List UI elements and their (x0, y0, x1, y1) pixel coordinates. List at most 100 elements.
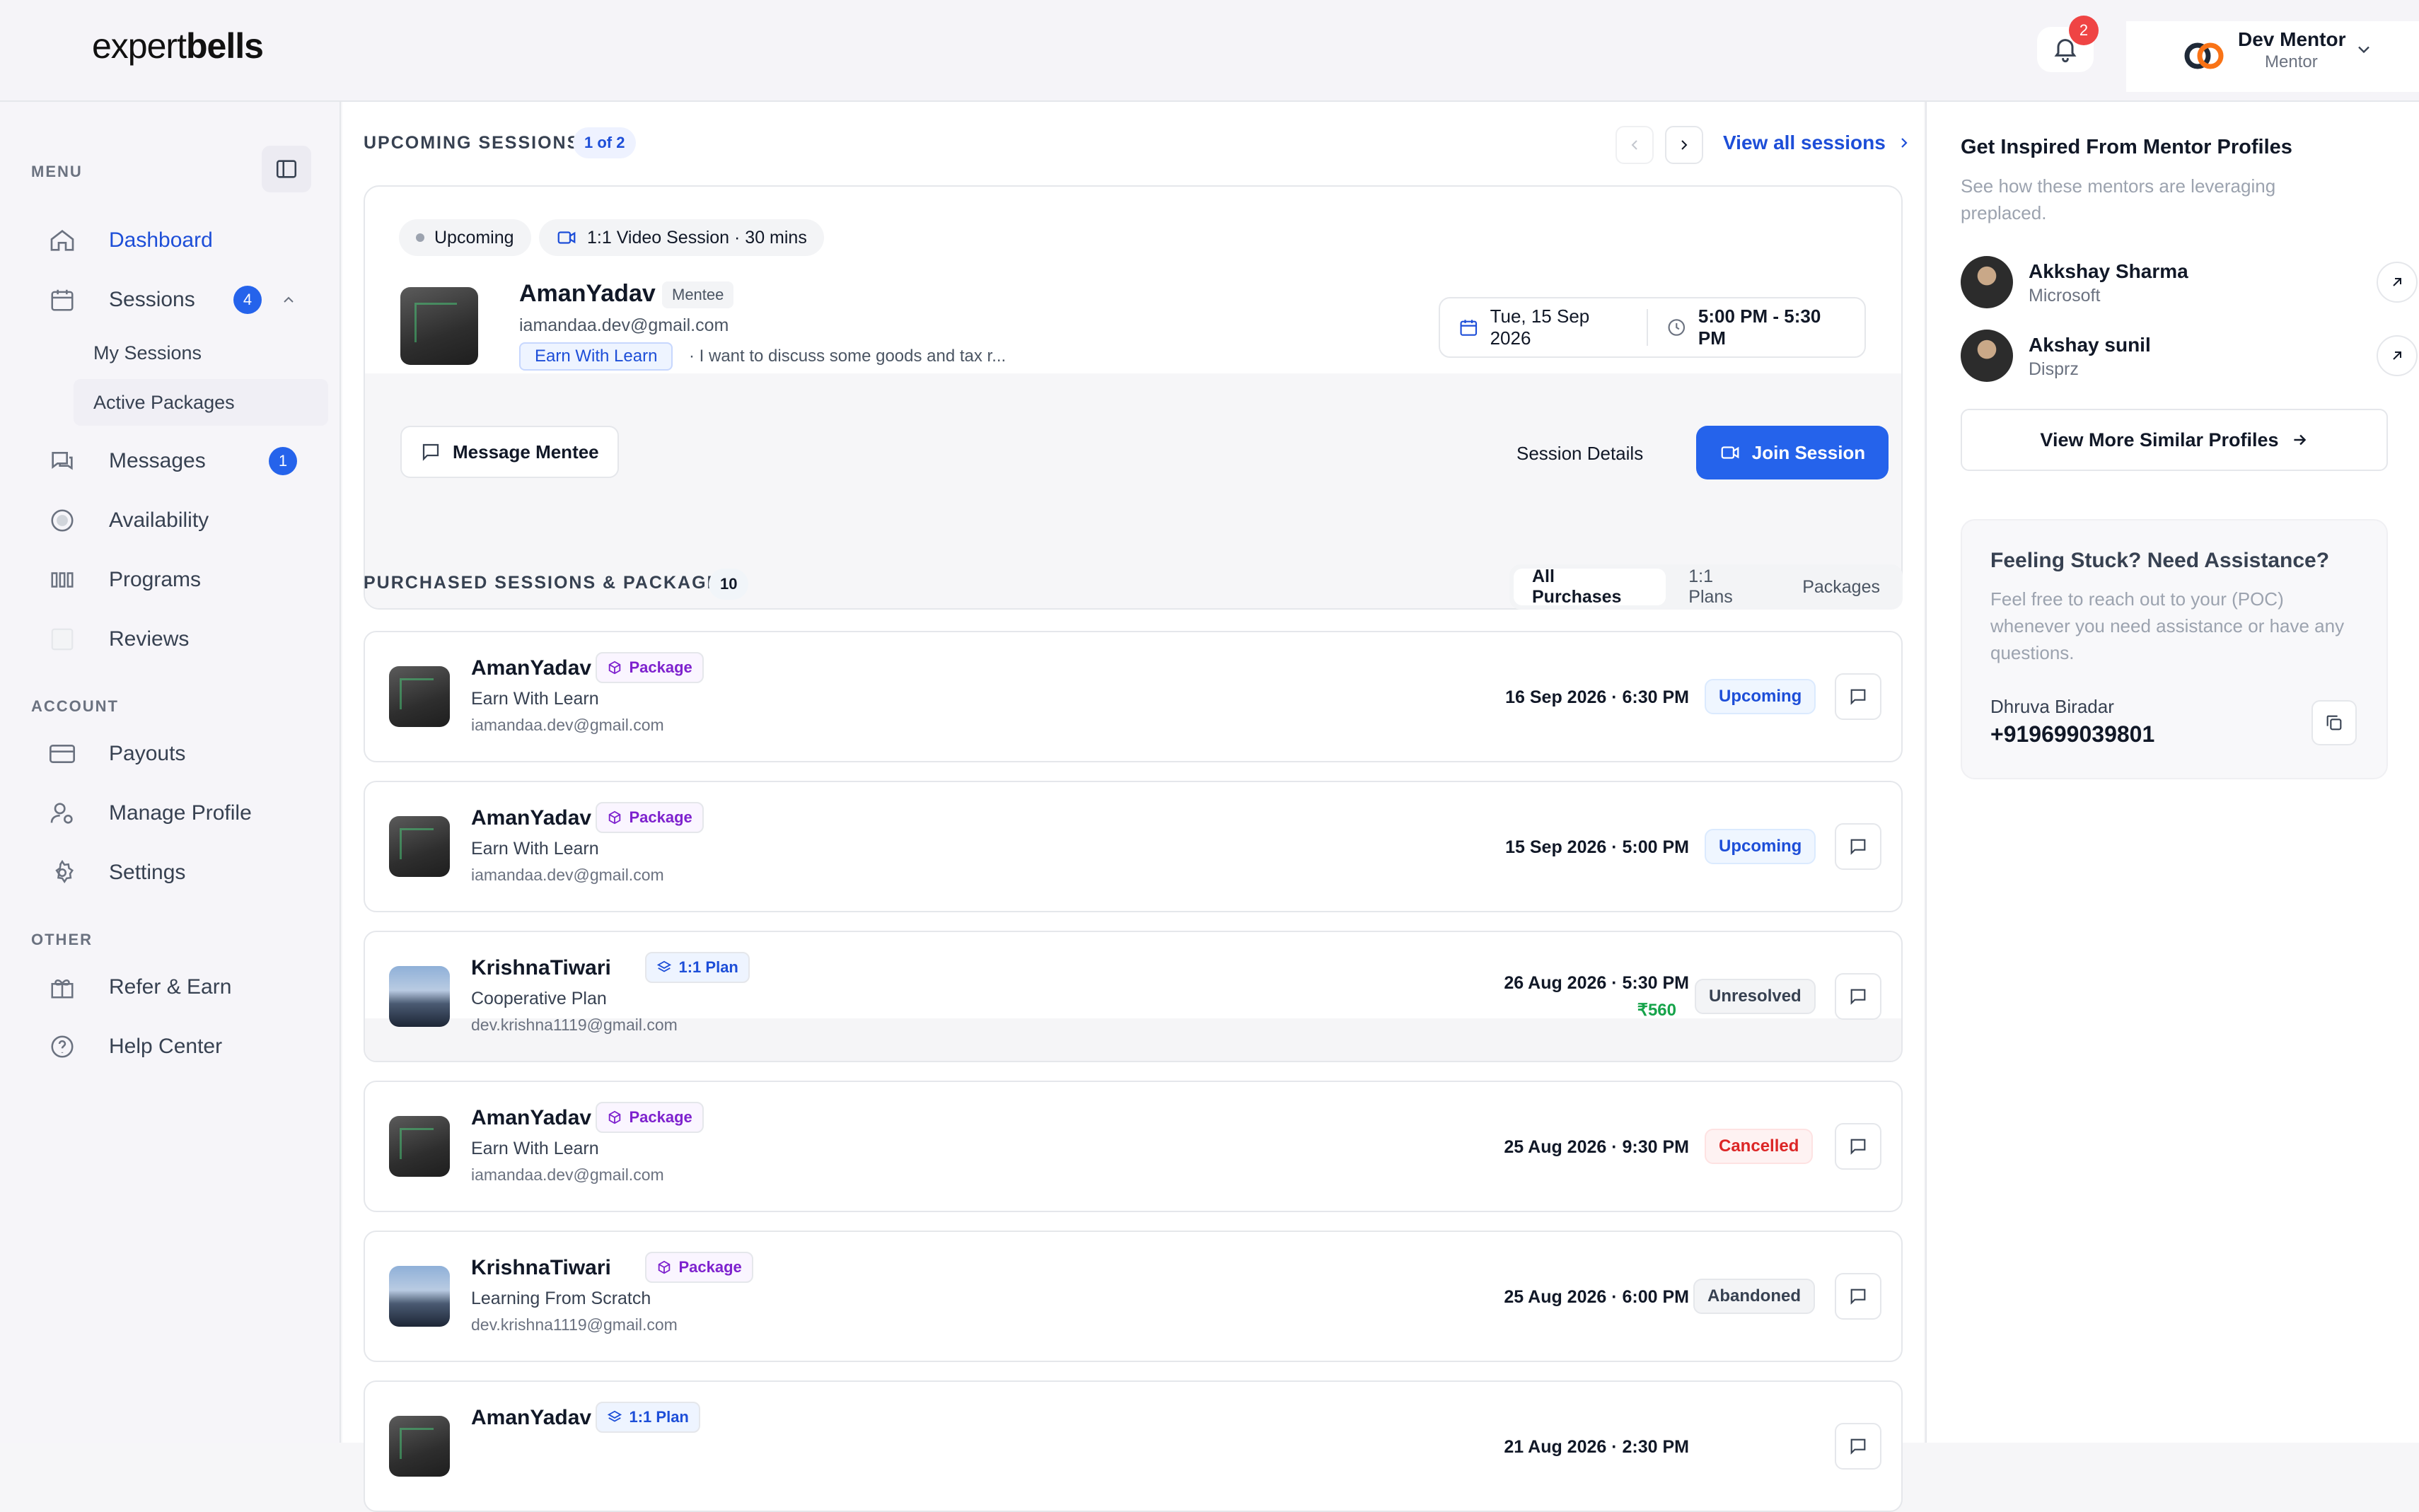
credit-card-icon (47, 738, 78, 769)
purchase-row[interactable]: KrishnaTiwari 1:1 Plan Cooperative Plan dev… (364, 931, 1903, 1062)
purchase-datetime: 21 Aug 2026 · 2:30 PM (1504, 1437, 1689, 1457)
mentee-name: AmanYadav (519, 280, 656, 307)
sidebar-item-label: My Sessions (93, 342, 202, 364)
sidebar-item-label: Reviews (109, 627, 190, 651)
arrow-right-icon (2293, 434, 2306, 446)
tab-1-1-plans[interactable]: 1:1 Plans (1670, 566, 1780, 607)
buyer-avatar (389, 666, 450, 727)
badge-label: Package (629, 808, 692, 826)
user-name: Dev Mentor (2238, 28, 2346, 50)
sidebar-item-manage-profile[interactable]: Manage Profile (47, 792, 252, 834)
message-buyer-button[interactable] (1835, 673, 1881, 720)
sidebar-subitem-my-sessions[interactable]: My Sessions (74, 330, 328, 376)
status-badge: Unresolved (1695, 979, 1816, 1014)
mentor-name: Akkshay Sharma (2029, 260, 2188, 282)
prev-session-button[interactable] (1615, 126, 1654, 164)
chevron-right-icon (1681, 140, 1688, 150)
tab-packages[interactable]: Packages (1784, 569, 1898, 605)
video-icon (1721, 446, 1739, 459)
status-badge: Cancelled (1705, 1129, 1814, 1164)
other-section-label: OTHER (31, 931, 93, 948)
copy-icon (2326, 715, 2342, 731)
clock-icon (1668, 319, 1686, 336)
sidebar-item-payouts[interactable]: Payouts (47, 733, 185, 775)
purchase-title: Earn With Learn (471, 1139, 599, 1158)
session-date: Tue, 15 Sep 2026 (1490, 306, 1590, 349)
purchase-filter-tabs: All Purchases 1:1 Plans Packages (1509, 564, 1903, 610)
sidebar-item-programs[interactable]: Programs (47, 559, 201, 601)
mentor-profile-row[interactable]: Akshay sunil Disprz (1961, 330, 2418, 386)
sidebar-collapse-button[interactable] (262, 146, 311, 192)
purchase-row[interactable]: AmanYadav Package Earn With Learn iamandaa.… (364, 1081, 1903, 1212)
user-menu[interactable]: Dev Mentor Mentor (2126, 21, 2419, 92)
sidebar-item-dashboard[interactable]: Dashboard (47, 219, 213, 262)
message-buyer-button[interactable] (1835, 1123, 1881, 1170)
message-buyer-button[interactable] (1835, 1423, 1881, 1470)
upcoming-sessions-title: UPCOMING SESSIONS (364, 133, 581, 153)
copy-phone-button[interactable] (2311, 700, 2357, 745)
purchase-datetime: 25 Aug 2026 · 9:30 PM (1504, 1137, 1689, 1157)
session-details-button[interactable]: Session Details (1516, 443, 1643, 465)
sidebar-item-help-center[interactable]: Help Center (47, 1025, 222, 1068)
view-more-profiles-button[interactable]: View More Similar Profiles (1961, 409, 2388, 471)
message-icon (1850, 1438, 1866, 1455)
mentor-profile-row[interactable]: Akkshay Sharma Microsoft (1961, 256, 2418, 313)
buyer-name: AmanYadav (471, 1406, 592, 1429)
sidebar-item-refer-earn[interactable]: Refer & Earn (47, 966, 231, 1008)
sidebar-item-availability[interactable]: Availability (47, 499, 209, 542)
user-role: Mentor (2265, 52, 2318, 71)
message-buyer-button[interactable] (1835, 823, 1881, 870)
chevron-down-icon (2358, 46, 2369, 54)
status-badge: Upcoming (1705, 679, 1816, 714)
purchase-row[interactable]: AmanYadav 1:1 Plan 21 Aug 2026 · 2:30 PM (364, 1380, 1903, 1512)
sidebar-subitem-active-packages[interactable]: Active Packages (74, 379, 328, 426)
button-label: View More Similar Profiles (2040, 429, 2279, 450)
message-mentee-button[interactable]: Message Mentee (400, 426, 619, 478)
message-buyer-button[interactable] (1835, 973, 1881, 1020)
status-badge: Upcoming (1705, 829, 1816, 864)
arrow-up-right-icon (2393, 351, 2401, 360)
top-header: expertbells 2 Dev Mentor Mentor (0, 0, 2419, 102)
chip-label: Upcoming (434, 227, 514, 248)
purchase-title: Cooperative Plan (471, 989, 607, 1008)
open-profile-button[interactable] (2377, 262, 2418, 303)
sidebar-item-settings[interactable]: Settings (47, 851, 185, 894)
chevron-up-icon[interactable] (280, 291, 297, 308)
user-gear-icon (47, 798, 78, 829)
sidebar-toggle-icon (276, 160, 297, 178)
purchase-type-badge: 1:1 Plan (595, 1402, 700, 1433)
buyer-email: iamandaa.dev@gmail.com (471, 866, 664, 884)
purchase-type-badge: Package (595, 802, 704, 833)
purchase-row[interactable]: AmanYadav Package Earn With Learn iamandaa.… (364, 781, 1903, 912)
badge-label: Package (629, 1108, 692, 1126)
message-buyer-button[interactable] (1835, 1273, 1881, 1320)
buyer-avatar (389, 1116, 450, 1177)
next-session-button[interactable] (1665, 126, 1703, 164)
sidebar-item-sessions[interactable]: Sessions (47, 279, 195, 321)
purchase-datetime: 16 Sep 2026 · 6:30 PM (1505, 687, 1689, 707)
purchase-row[interactable]: AmanYadav Package Earn With Learn iamandaa.… (364, 631, 1903, 762)
join-session-button[interactable]: Join Session (1696, 426, 1889, 479)
sidebar-item-label: Payouts (109, 742, 186, 765)
session-time: 5:00 PM - 5:30 PM (1698, 306, 1821, 349)
sidebar-item-reviews[interactable]: Reviews (47, 618, 189, 661)
package-icon (608, 810, 620, 825)
tab-all-purchases[interactable]: All Purchases (1514, 566, 1666, 607)
sidebar-item-label: Help Center (109, 1035, 223, 1058)
status-dot-icon (416, 233, 424, 242)
view-all-sessions-link[interactable]: View all sessions (1723, 132, 1913, 154)
purchase-row[interactable]: KrishnaTiwari Package Learning From Scratc… (364, 1231, 1903, 1362)
badge-label: Package (629, 658, 692, 676)
upcoming-pager-badge: 1 of 2 (573, 127, 637, 158)
sidebar-item-messages[interactable]: Messages (47, 440, 206, 482)
poc-phone: +919699039801 (1990, 721, 2155, 747)
open-profile-button[interactable] (2377, 335, 2418, 376)
sidebar: MENU Dashboard Sessions 4 My Sessions Ac… (0, 102, 341, 1443)
app-logo[interactable]: expertbells (92, 25, 264, 66)
message-icon (1850, 689, 1866, 705)
buyer-avatar (389, 966, 450, 1027)
account-section-label: ACCOUNT (31, 697, 119, 715)
messages-count-badge: 1 (269, 447, 297, 475)
message-icon (422, 443, 439, 461)
buyer-avatar (389, 816, 450, 877)
